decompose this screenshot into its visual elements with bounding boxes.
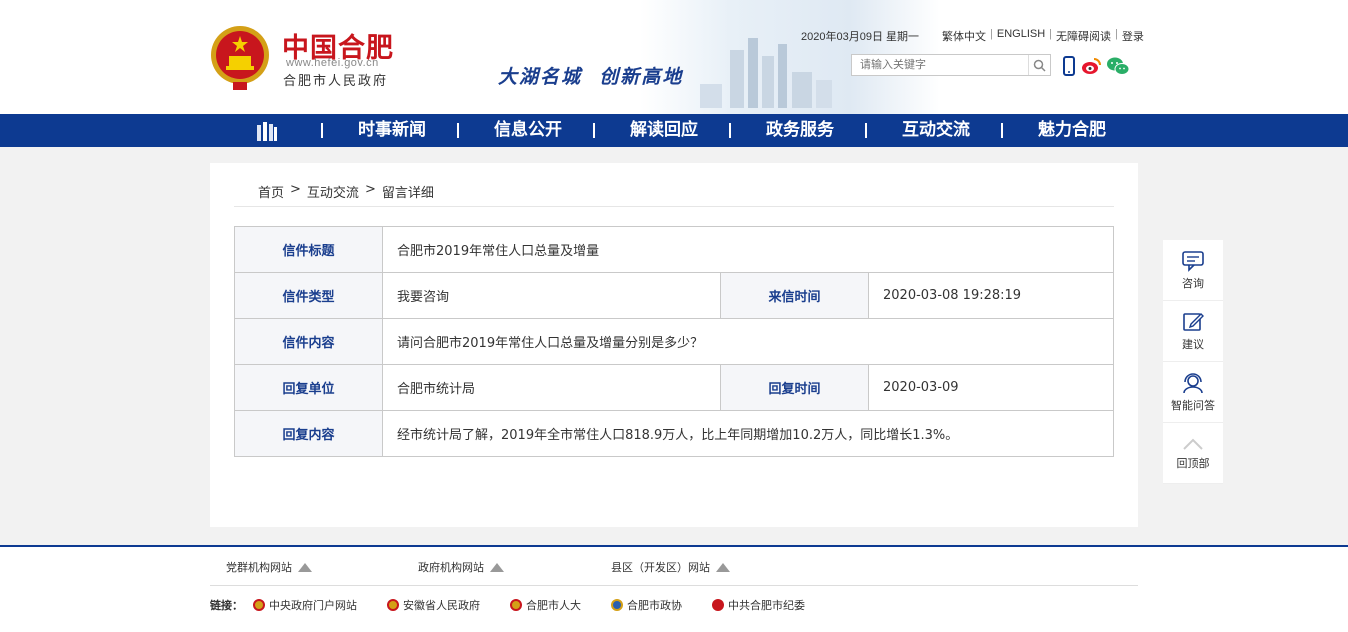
party-emblem-icon — [712, 599, 724, 611]
footer-links: 链接： 中央政府门户网站 安徽省人民政府 合肥市人大 合肥市政协 中共合肥市纪委 — [210, 597, 835, 613]
table-row: 信件标题 合肥市2019年常住人口总量及增量 — [234, 226, 1114, 273]
reply-unit-value: 合肥市统计局 — [382, 364, 721, 411]
main-nav: 时事新闻 信息公开 解读回应 政务服务 互动交流 魅力合肥 — [0, 114, 1348, 147]
triangle-up-icon — [716, 562, 730, 572]
emblem-icon — [253, 599, 265, 611]
consult-button[interactable]: 咨询 — [1163, 240, 1223, 301]
table-row: 信件内容 请问合肥市2019年常住人口总量及增量分别是多少？ — [234, 318, 1114, 365]
table-row: 回复单位 合肥市统计局 回复时间 2020-03-09 — [234, 364, 1114, 411]
link-hefei-npc-label: 合肥市人大 — [526, 599, 581, 612]
emblem-icon — [510, 599, 522, 611]
link-hefei-discipline[interactable]: 中共合肥市纪委 — [712, 597, 805, 613]
letter-content-value: 请问合肥市2019年常住人口总量及增量分别是多少？ — [382, 318, 1114, 365]
link-anhui-gov[interactable]: 安徽省人民政府 — [387, 597, 480, 613]
search-button[interactable] — [1028, 55, 1050, 75]
search-box — [851, 54, 1051, 76]
weibo-icon[interactable] — [1081, 56, 1101, 76]
header: 中国合肥 www.hefei.gov.cn 合肥市人民政府 大湖名城 创新高地 … — [0, 0, 1348, 114]
login-link[interactable]: 登录 — [1122, 28, 1144, 44]
reply-content-label: 回复内容 — [234, 410, 383, 457]
home-icon[interactable] — [255, 121, 279, 141]
footer-divider — [210, 585, 1138, 586]
link-central-gov[interactable]: 中央政府门户网站 — [253, 597, 357, 613]
suggest-button[interactable]: 建议 — [1163, 301, 1223, 362]
breadcrumb-current: 留言详细 — [381, 186, 434, 201]
search-input[interactable] — [852, 55, 1027, 75]
breadcrumb: 首页 > 互动交流 > 留言详细 — [258, 182, 434, 201]
footer-county-sites-label: 县区（开发区）网站 — [611, 561, 710, 574]
letter-type-value: 我要咨询 — [382, 272, 721, 319]
back-to-top-label: 回顶部 — [1176, 456, 1210, 470]
chevron-up-icon — [1183, 438, 1203, 450]
reply-time-label: 回复时间 — [720, 364, 869, 411]
mobile-icon[interactable] — [1059, 56, 1079, 76]
breadcrumb-divider — [234, 206, 1114, 207]
letter-detail-table: 信件标题 合肥市2019年常住人口总量及增量 信件类型 我要咨询 来信时间 20… — [234, 226, 1114, 457]
consult-label: 咨询 — [1182, 276, 1204, 290]
smart-qa-label: 智能问答 — [1171, 398, 1215, 412]
breadcrumb-interaction[interactable]: 互动交流 — [307, 182, 359, 201]
letter-time-value: 2020-03-08 19:28:19 — [868, 272, 1114, 319]
nav-item-info-disclosure[interactable]: 信息公开 — [476, 114, 580, 147]
national-emblem-icon — [211, 26, 269, 90]
chat-bubble-icon — [1182, 250, 1204, 272]
table-row: 回复内容 经市统计局了解，2019年全市常住人口818.9万人，比上年同期增加1… — [234, 410, 1114, 457]
letter-title-label: 信件标题 — [234, 226, 383, 273]
nav-item-interpretation[interactable]: 解读回应 — [612, 114, 716, 147]
letter-type-label: 信件类型 — [234, 272, 383, 319]
wechat-icon[interactable] — [1106, 56, 1130, 76]
slogan: 大湖名城 创新高地 — [498, 66, 684, 88]
cppcc-emblem-icon — [611, 599, 623, 611]
reply-time-value: 2020-03-09 — [868, 364, 1114, 411]
footer-gov-sites-dropdown[interactable]: 政府机构网站 — [418, 559, 504, 575]
link-hefei-cppcc-label: 合肥市政协 — [627, 599, 682, 612]
footer-county-sites-dropdown[interactable]: 县区（开发区）网站 — [611, 559, 730, 575]
top-links: 繁体中文 | ENGLISH | 无障碍阅读 | 登录 — [942, 28, 1144, 44]
link-anhui-gov-label: 安徽省人民政府 — [403, 599, 480, 612]
reply-content-value: 经市统计局了解，2019年全市常住人口818.9万人，比上年同期增加10.2万人… — [382, 410, 1114, 457]
letter-title-value: 合肥市2019年常住人口总量及增量 — [382, 226, 1114, 273]
footer: 党群机构网站 政府机构网站 县区（开发区）网站 链接： 中央政府门户网站 安徽省… — [0, 545, 1348, 632]
links-label: 链接： — [210, 599, 243, 612]
link-central-gov-label: 中央政府门户网站 — [269, 599, 357, 612]
triangle-up-icon — [490, 562, 504, 572]
nav-item-interaction[interactable]: 互动交流 — [884, 114, 988, 147]
suggest-label: 建议 — [1182, 337, 1204, 351]
reply-unit-label: 回复单位 — [234, 364, 383, 411]
smart-qa-button[interactable]: 智能问答 — [1163, 362, 1223, 423]
link-hefei-discipline-label: 中共合肥市纪委 — [728, 599, 805, 612]
footer-party-sites-label: 党群机构网站 — [226, 561, 292, 574]
traditional-chinese-link[interactable]: 繁体中文 — [942, 28, 986, 44]
footer-gov-sites-label: 政府机构网站 — [418, 561, 484, 574]
letter-content-label: 信件内容 — [234, 318, 383, 365]
english-link[interactable]: ENGLISH — [997, 28, 1045, 44]
footer-party-sites-dropdown[interactable]: 党群机构网站 — [226, 559, 312, 575]
current-date: 2020年03月09日 星期一 — [801, 31, 919, 43]
headset-user-icon — [1183, 372, 1203, 393]
nav-item-government-services[interactable]: 政务服务 — [748, 114, 852, 147]
table-row: 信件类型 我要咨询 来信时间 2020-03-08 19:28:19 — [234, 272, 1114, 319]
site-url: www.hefei.gov.cn — [286, 57, 379, 69]
float-toolbar: 咨询 建议 智能问答 回顶部 — [1163, 240, 1223, 484]
link-hefei-npc[interactable]: 合肥市人大 — [510, 597, 581, 613]
search-icon — [1033, 59, 1046, 72]
nav-item-charm-hefei[interactable]: 魅力合肥 — [1020, 114, 1124, 147]
site-subtitle: 合肥市人民政府 — [283, 74, 389, 89]
emblem-icon — [387, 599, 399, 611]
accessibility-link[interactable]: 无障碍阅读 — [1056, 28, 1111, 44]
link-hefei-cppcc[interactable]: 合肥市政协 — [611, 597, 682, 613]
content-card: 首页 > 互动交流 > 留言详细 信件标题 合肥市2019年常住人口总量及增量 … — [210, 163, 1138, 527]
edit-icon — [1183, 312, 1204, 331]
nav-item-news[interactable]: 时事新闻 — [340, 114, 444, 147]
breadcrumb-home[interactable]: 首页 — [258, 182, 284, 201]
letter-time-label: 来信时间 — [720, 272, 869, 319]
back-to-top-button[interactable]: 回顶部 — [1163, 423, 1223, 484]
triangle-up-icon — [298, 562, 312, 572]
